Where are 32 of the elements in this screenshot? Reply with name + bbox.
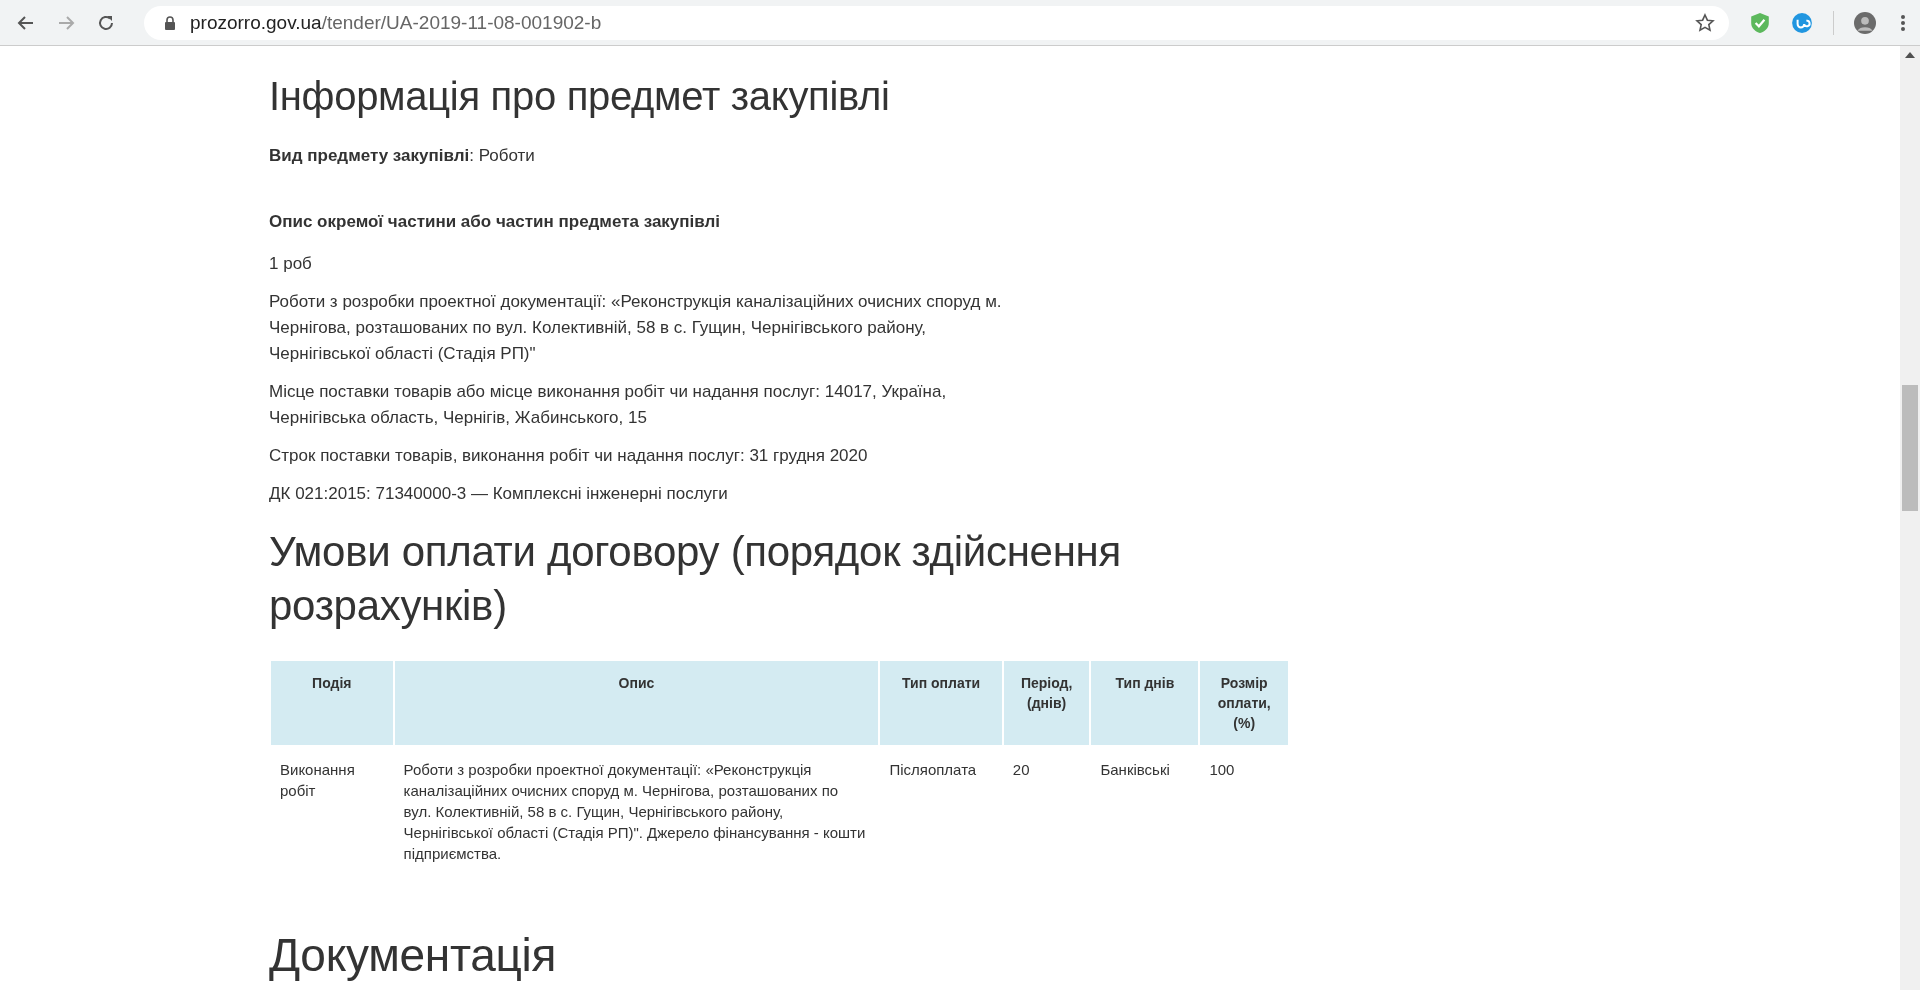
section-heading: Умови оплати договору (порядок здійснення розрахунків) bbox=[269, 527, 1122, 631]
description-text: Роботи з розробки проектної документації: «Реконструкція каналізаційних очисних споруд м. Чернігова, розташованих по вул. Колективній, 58 в с. Гущин, Чернігівського району, Чернігівської області (Стадія РП)" bbox=[269, 291, 1003, 365]
description-text: 1 роб bbox=[269, 253, 313, 275]
column-header: Тип оплати bbox=[880, 661, 1002, 745]
star-icon[interactable] bbox=[1695, 12, 1715, 33]
section-heading: Документація bbox=[269, 928, 557, 982]
table-cell-text: Виконання робіт bbox=[279, 760, 356, 801]
procurement-type: Вид предмету закупівлі: Роботи bbox=[269, 145, 536, 167]
scrollbar-thumb[interactable] bbox=[1902, 385, 1918, 511]
lock-icon bbox=[164, 15, 176, 30]
menu-icon[interactable] bbox=[1900, 12, 1906, 33]
column-header: Період, (днів) bbox=[1003, 661, 1090, 745]
table-cell-text: Роботи з розробки проектної документації: «Реконструкція каналізаційних очисних споруд м. Чернігова, розташованих по вул. Колективній, 58 в с. Гущин, Чернігівського району, Чернігівської області (Стадія РП)". Джерело фінансування - кошти підприємства. bbox=[402, 760, 867, 864]
avatar-icon[interactable] bbox=[1854, 11, 1876, 34]
extension-icon[interactable] bbox=[1791, 11, 1813, 34]
column-header: Подія bbox=[271, 661, 393, 745]
description-text: ДК 021:2015: 71340000-3 — Комплексні інженерні послуги bbox=[269, 483, 729, 505]
shield-icon[interactable] bbox=[1749, 11, 1771, 34]
column-header: Тип днів bbox=[1091, 661, 1199, 745]
table-cell-text: 100 bbox=[1208, 760, 1236, 780]
table-cell-text: 20 bbox=[1011, 760, 1031, 780]
column-header: Опис bbox=[394, 661, 879, 745]
scrollbar[interactable] bbox=[1900, 46, 1920, 990]
column-header: Розмір оплати, (%) bbox=[1200, 661, 1288, 745]
lot-title: Опис окремої частини або частин предмета закупівлі bbox=[269, 211, 722, 233]
table-cell-text: Банківські bbox=[1099, 760, 1171, 780]
description-text: Строк поставки товарів, виконання робіт чи надання послуг: 31 грудня 2020 bbox=[269, 445, 869, 467]
scroll-up-icon[interactable] bbox=[1905, 52, 1915, 58]
description-text: Місце поставки товарів або місце виконання робіт чи надання послуг: 14017, Україна, Чернігівська область, Чернігів, Жабинського, 15 bbox=[269, 381, 948, 429]
address-bar[interactable]: prozorro.gov.ua/tender/UA-2019-11-08-001902-b bbox=[144, 5, 1729, 40]
section-heading: Інформація про предмет закупівлі bbox=[269, 74, 891, 119]
table-cell-text: Післяоплата bbox=[888, 760, 978, 780]
